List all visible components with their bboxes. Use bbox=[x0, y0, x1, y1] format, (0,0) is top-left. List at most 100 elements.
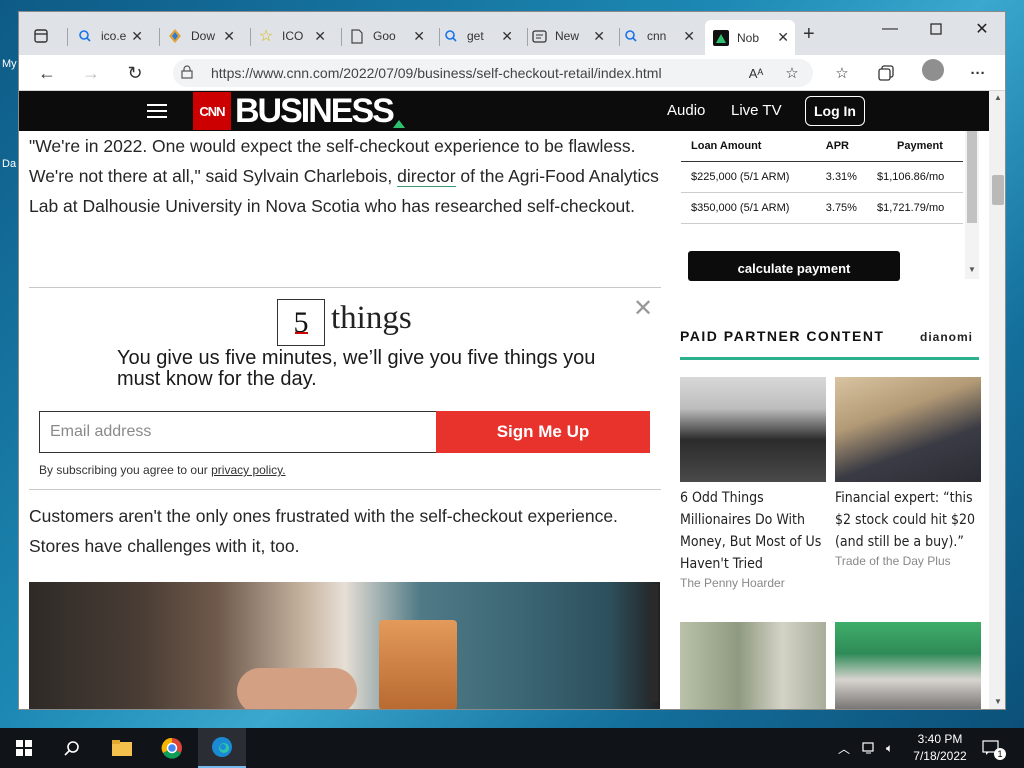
chevron-down-icon[interactable]: ▼ bbox=[968, 265, 976, 274]
tab-download[interactable]: Dow ✕ bbox=[167, 23, 241, 49]
maximize-button[interactable] bbox=[913, 12, 959, 46]
partner-card[interactable] bbox=[680, 622, 826, 709]
close-icon: ✕ bbox=[975, 21, 989, 38]
add-favorite-button[interactable]: ☆ bbox=[781, 63, 803, 83]
business-section-logo[interactable]: BUSINESS bbox=[235, 92, 405, 130]
partner-card[interactable]: 6 Odd Things Millionaires Do With Money,… bbox=[680, 377, 826, 590]
chevron-down-icon[interactable]: ▼ bbox=[994, 697, 1002, 706]
tab-ico-star[interactable]: ☆ ICO ✕ bbox=[258, 23, 332, 49]
tab-newtab[interactable]: New ✕ bbox=[531, 23, 611, 49]
chevron-up-icon: ︿ bbox=[838, 741, 851, 756]
close-tab-icon[interactable]: ✕ bbox=[223, 28, 235, 45]
search-button[interactable] bbox=[48, 728, 96, 768]
close-tab-icon[interactable]: ✕ bbox=[413, 28, 425, 45]
new-tab-button[interactable]: + bbox=[803, 21, 823, 47]
forward-button[interactable]: → bbox=[77, 61, 105, 85]
close-icon[interactable]: ✕ bbox=[633, 294, 653, 323]
close-tab-icon[interactable]: ✕ bbox=[131, 28, 143, 45]
nav-live-tv[interactable]: Live TV bbox=[731, 102, 782, 119]
maximize-icon bbox=[930, 23, 942, 35]
scroll-thumb[interactable] bbox=[967, 131, 977, 223]
tab-separator bbox=[619, 28, 620, 46]
widget-scrollbar[interactable]: ▼ bbox=[965, 131, 979, 279]
partner-card-image bbox=[680, 377, 826, 482]
calculate-payment-button[interactable]: calculate payment bbox=[688, 251, 900, 281]
article-photo bbox=[29, 582, 660, 709]
table-row[interactable]: $350,000 (5/1 ARM) 3.75% $1,721.79/mo bbox=[681, 192, 963, 224]
desktop-icon-label[interactable]: Da bbox=[2, 158, 16, 170]
network-tray[interactable] bbox=[862, 728, 878, 768]
tab-separator bbox=[341, 28, 342, 46]
nav-audio[interactable]: Audio bbox=[667, 102, 705, 119]
taskbar: ︿ 🔈︎ 3:40 PM 7/18/2022 1 bbox=[0, 728, 1024, 768]
show-hidden-icons[interactable]: ︿ bbox=[838, 728, 850, 768]
close-tab-icon[interactable]: ✕ bbox=[593, 28, 605, 45]
close-tab-icon[interactable]: ✕ bbox=[777, 29, 789, 46]
paid-partner-heading: PAID PARTNER CONTENT bbox=[680, 328, 885, 344]
tab-google[interactable]: Goo ✕ bbox=[349, 23, 431, 49]
read-aloud-button[interactable]: Aᴬ bbox=[745, 63, 767, 83]
web-page: CNN BUSINESS Audio Live TV Log In "We're… bbox=[19, 91, 1005, 709]
file-explorer-button[interactable] bbox=[98, 728, 146, 768]
minimize-button[interactable]: — bbox=[867, 12, 913, 46]
close-tab-icon[interactable]: ✕ bbox=[683, 28, 695, 45]
desktop-icon-label[interactable]: My bbox=[2, 58, 17, 70]
clock[interactable]: 3:40 PM 7/18/2022 bbox=[912, 731, 968, 765]
tab-label: Nob bbox=[737, 30, 760, 45]
profile-avatar[interactable] bbox=[922, 59, 944, 81]
privacy-policy-link[interactable]: privacy policy. bbox=[211, 463, 285, 477]
right-rail: Loan Amount APR Payment $225,000 (5/1 AR… bbox=[679, 131, 981, 709]
notification-center[interactable]: 1 bbox=[982, 728, 1012, 768]
partner-card-title[interactable]: Financial expert: “this $2 stock could h… bbox=[835, 487, 981, 553]
collections-button[interactable] bbox=[875, 63, 897, 83]
more-button[interactable]: ··· bbox=[967, 63, 989, 83]
refresh-icon: ↻ bbox=[127, 62, 143, 83]
refresh-button[interactable]: ↻ bbox=[121, 61, 149, 85]
tab-cnn-search[interactable]: cnn ✕ bbox=[623, 23, 701, 49]
tab-label: Dow bbox=[191, 29, 216, 43]
tab-separator bbox=[527, 28, 528, 46]
tab-ico[interactable]: ico.e ✕ bbox=[77, 23, 149, 49]
close-window-button[interactable]: ✕ bbox=[959, 12, 1005, 46]
email-field[interactable]: Email address bbox=[39, 411, 437, 453]
volume-tray[interactable]: 🔈︎ bbox=[886, 728, 893, 768]
favorites-button[interactable]: ☆ bbox=[831, 63, 853, 83]
search-icon bbox=[77, 28, 93, 44]
menu-button[interactable] bbox=[147, 100, 167, 120]
dianomi-logo[interactable]: dianomi bbox=[920, 330, 973, 344]
partner-card[interactable]: Financial expert: “this $2 stock could h… bbox=[835, 377, 981, 568]
chevron-up-icon[interactable]: ▲ bbox=[994, 93, 1002, 102]
tab-active-cnn[interactable]: Nob ✕ bbox=[705, 20, 795, 55]
director-link[interactable]: director bbox=[397, 166, 456, 187]
folder-icon bbox=[112, 740, 132, 756]
tab-label: ico.e bbox=[101, 29, 127, 43]
page-scrollbar[interactable]: ▲ ▼ bbox=[989, 91, 1005, 709]
favorites-icon: ☆ bbox=[835, 65, 849, 82]
cnn-header: CNN BUSINESS Audio Live TV Log In bbox=[19, 91, 989, 131]
tab-separator bbox=[159, 28, 160, 46]
sign-up-button[interactable]: Sign Me Up bbox=[436, 411, 650, 453]
tab-actions-button[interactable] bbox=[33, 23, 55, 49]
scroll-thumb[interactable] bbox=[992, 175, 1004, 205]
login-button[interactable]: Log In bbox=[805, 96, 865, 126]
edge-button[interactable] bbox=[198, 728, 246, 768]
collections-icon bbox=[878, 65, 894, 81]
back-button[interactable]: ← bbox=[33, 61, 61, 85]
chrome-button[interactable] bbox=[148, 728, 196, 768]
close-tab-icon[interactable]: ✕ bbox=[314, 28, 326, 45]
tab-get[interactable]: get ✕ bbox=[443, 23, 519, 49]
cnn-logo[interactable]: CNN bbox=[193, 92, 231, 130]
table-row[interactable]: $225,000 (5/1 ARM) 3.31% $1,106.86/mo bbox=[681, 161, 963, 193]
article-body: "We're in 2022. One would expect the sel… bbox=[29, 131, 661, 221]
partner-card-title[interactable]: 6 Odd Things Millionaires Do With Money,… bbox=[680, 487, 826, 575]
start-button[interactable] bbox=[0, 728, 48, 768]
column-header: APR bbox=[815, 131, 867, 162]
minimize-icon: — bbox=[882, 20, 898, 37]
partner-card[interactable] bbox=[835, 622, 981, 709]
newsletter-headline: You give us five minutes, we’ll give you… bbox=[117, 347, 596, 390]
url-bar[interactable]: https://www.cnn.com/2022/07/09/business/… bbox=[173, 59, 813, 87]
close-tab-icon[interactable]: ✕ bbox=[501, 28, 513, 45]
partner-card-image bbox=[680, 622, 826, 709]
subscribe-disclaimer: By subscribing you agree to our privacy … bbox=[39, 463, 286, 477]
section-divider bbox=[680, 357, 979, 360]
